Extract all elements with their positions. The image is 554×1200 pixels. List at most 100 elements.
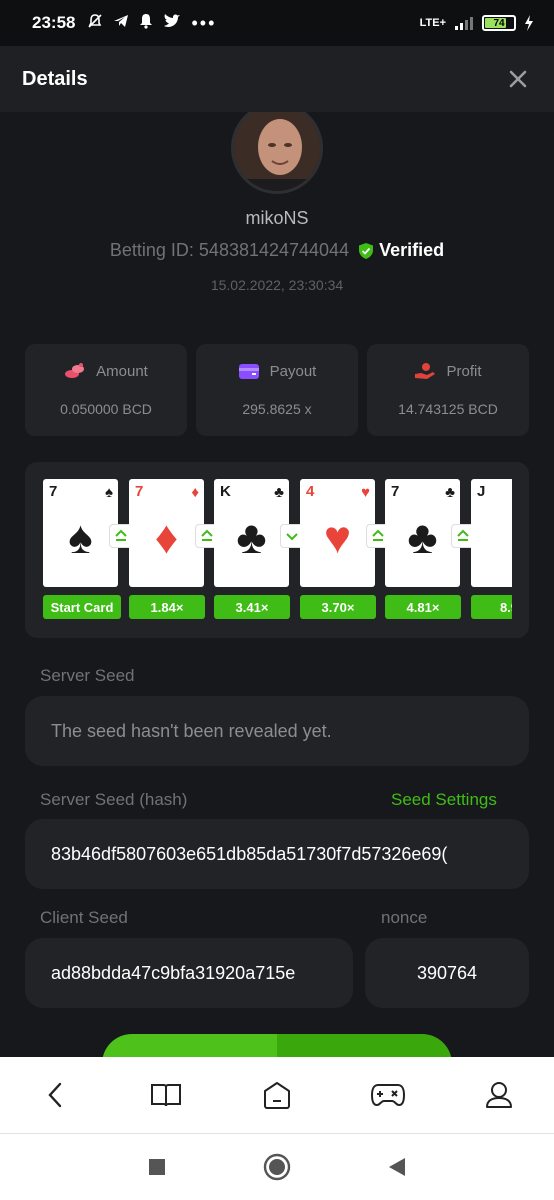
client-seed-value: ad88bdda47c9bfa31920a715e: [51, 962, 296, 983]
card-suit-center: ♣: [407, 511, 438, 563]
page-title: Details: [22, 67, 88, 90]
nonce-field[interactable]: 390764: [365, 938, 529, 1008]
bell-off-icon: [88, 13, 103, 28]
book-icon: [151, 1084, 182, 1107]
bell-icon: [140, 13, 153, 29]
status-time: 23:58: [32, 13, 76, 32]
stat-value: 295.8625 x: [242, 401, 312, 417]
card-rank: 7: [49, 483, 58, 500]
profit-card: Profit 14.743125 BCD: [367, 344, 529, 436]
card-suit-center: ♣: [236, 511, 267, 563]
playing-card: J: [471, 479, 512, 587]
playing-card: K ♣ ♣: [214, 479, 289, 587]
card-suit-corner: ♥: [361, 484, 370, 501]
hand-coin-icon: [415, 363, 436, 379]
details-header: Details: [0, 46, 554, 112]
playing-card: 4 ♥ ♥: [300, 479, 375, 587]
server-seed-field: The seed hasn't been revealed yet.: [25, 696, 529, 766]
system-nav: [0, 1134, 554, 1200]
nonce-value: 390764: [416, 962, 478, 983]
gamepad-icon: [370, 1084, 405, 1107]
multiplier-badge: Start Card: [43, 595, 121, 619]
stat-label: Payout: [269, 362, 317, 380]
close-button[interactable]: [504, 65, 532, 93]
nonce-label: nonce: [381, 908, 428, 927]
card-rank: 7: [391, 483, 400, 500]
playing-card: 7 ♦ ♦: [129, 479, 204, 587]
card-suit-corner: ♣: [274, 484, 284, 501]
multiplier-badge: 8.9: [471, 595, 512, 619]
server-seed-label: Server Seed: [40, 666, 135, 685]
system-back-button[interactable]: [383, 1153, 411, 1181]
cards-history[interactable]: 7 ♠ ♠ Start Card 7 ♦ ♦ 1.84× K ♣ ♣ 3.41× 4 ♥ ♥ 3.70× 7 ♣ ♣…: [25, 462, 529, 638]
stat-label: Amount: [96, 362, 148, 380]
multiplier-badge: 4.81×: [385, 595, 461, 619]
server-seed-hash-field[interactable]: 83b46df5807603e651db85da51730f7d57326e69…: [25, 819, 529, 889]
stat-value: 0.050000 BCD: [60, 401, 152, 417]
more-icon: •••: [191, 12, 217, 33]
server-seed-hash-value: 83b46df5807603e651db85da51730f7d57326e69…: [51, 843, 448, 864]
payout-card: Payout 295.8625 x: [196, 344, 358, 436]
verified-badge: Verified: [357, 240, 444, 261]
multiplier-badge: 1.84×: [129, 595, 205, 619]
client-seed-field[interactable]: ad88bdda47c9bfa31920a715e: [25, 938, 353, 1008]
card-suit-corner: ♦: [191, 484, 199, 501]
card-rank: K: [220, 483, 231, 500]
coins-icon: [65, 363, 85, 378]
seed-settings-link[interactable]: Seed Settings: [391, 790, 497, 810]
nav-profile-button[interactable]: [477, 1073, 521, 1117]
home-icon: [263, 1082, 290, 1109]
bet-timestamp: 15.02.2022, 23:30:34: [210, 277, 344, 293]
verified-label: Verified: [379, 240, 445, 260]
signal-icon: [455, 17, 473, 30]
close-icon: [509, 70, 527, 88]
card-suit-corner: ♣: [445, 484, 455, 501]
system-home-button[interactable]: [263, 1153, 291, 1181]
battery-level: 74: [493, 17, 505, 29]
nav-games-button[interactable]: [366, 1073, 410, 1117]
card-rank: 7: [135, 483, 144, 500]
card-rank: 4: [306, 483, 315, 500]
nav-book-button[interactable]: [144, 1073, 188, 1117]
recents-button[interactable]: [143, 1153, 171, 1181]
cards-track: 7 ♠ ♠ Start Card 7 ♦ ♦ 1.84× K ♣ ♣ 3.41× 4 ♥ ♥ 3.70× 7 ♣ ♣…: [43, 479, 512, 621]
telegram-icon: [114, 14, 129, 27]
multiplier-badge: 3.70×: [300, 595, 376, 619]
stat-value: 14.743125 BCD: [398, 401, 498, 417]
card-suit-center: ♠: [68, 511, 93, 563]
username: mikoNS: [245, 208, 309, 228]
card-suit-center: ♦: [154, 511, 179, 563]
avatar-photo: [234, 112, 320, 191]
amount-card: Amount 0.050000 BCD: [25, 344, 187, 436]
avatar: [231, 112, 323, 194]
status-right: LTE+ 74: [420, 15, 534, 31]
shield-check-icon: [359, 242, 374, 259]
home-circle-icon: [263, 1153, 291, 1181]
profile-icon: [485, 1082, 512, 1108]
nav-home-button[interactable]: [255, 1073, 299, 1117]
charging-icon: [525, 15, 533, 31]
playing-card: 7 ♠ ♠: [43, 479, 118, 587]
back-icon: [48, 1082, 62, 1108]
wallet-icon: [238, 364, 259, 379]
notification-icons: •••: [87, 13, 216, 34]
server-seed-hash-label: Server Seed (hash): [40, 790, 188, 809]
action-button[interactable]: [102, 1034, 452, 1057]
details-panel: mikoNS Betting ID: 548381424744044 Verif…: [0, 112, 554, 1057]
card-suit-corner: ♠: [105, 484, 113, 501]
recents-icon: [149, 1159, 165, 1175]
twitter-icon: [164, 13, 181, 27]
playing-card: 7 ♣ ♣: [385, 479, 460, 587]
bottom-nav: [0, 1057, 554, 1134]
betting-id-row: Betting ID: 548381424744044 Verified: [0, 240, 554, 261]
betting-id: Betting ID: 548381424744044: [109, 240, 350, 260]
card-suit-center: ♥: [323, 511, 352, 563]
card-rank: J: [477, 483, 486, 500]
battery-icon: 74: [482, 15, 516, 31]
network-label: LTE+: [419, 17, 446, 29]
nav-back-button[interactable]: [33, 1073, 77, 1117]
stat-label: Profit: [446, 362, 482, 380]
client-seed-label: Client Seed: [40, 908, 128, 927]
status-bar: 23:58 ••• LTE+ 74: [0, 0, 554, 46]
server-seed-value: The seed hasn't been revealed yet.: [51, 720, 332, 741]
